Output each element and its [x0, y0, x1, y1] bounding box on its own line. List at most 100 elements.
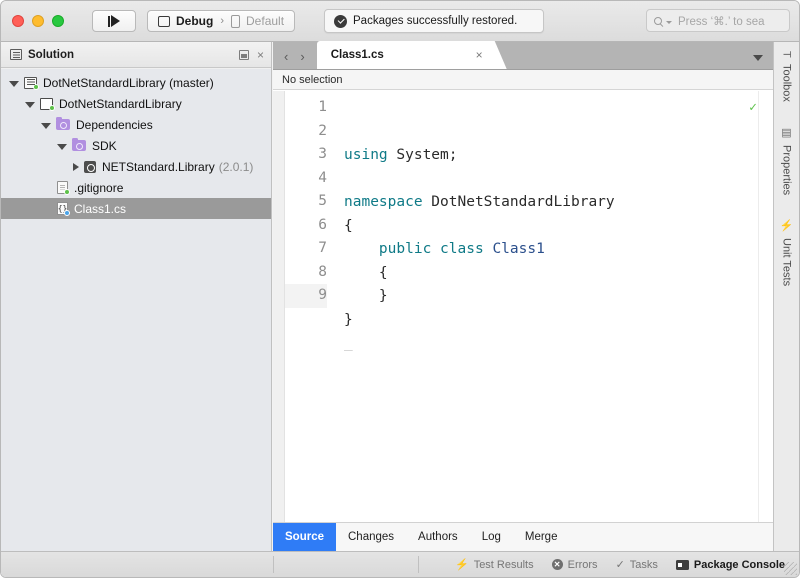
file-icon — [57, 181, 68, 194]
minimize-window-button[interactable] — [32, 15, 44, 27]
bottom-tab-authors[interactable]: Authors — [406, 523, 470, 551]
configuration-selector[interactable]: Debug › Default — [147, 10, 295, 32]
right-pad-rail: TToolbox ▤Properties ⚡Unit Tests — [773, 42, 799, 551]
check-icon: ✓ — [616, 558, 625, 571]
right-pad-properties[interactable]: ▤Properties — [780, 126, 793, 195]
run-icon — [108, 15, 120, 27]
nav-back-icon[interactable]: ‹ — [284, 51, 288, 63]
line-number: 5 — [285, 190, 327, 214]
tree-item-dotnetstandardlibrary-master[interactable]: DotNetStandardLibrary (master) — [1, 72, 271, 93]
bottom-tab-merge[interactable]: Merge — [513, 523, 570, 551]
green-check-icon: ✓ — [749, 100, 757, 115]
editor-tabbar: ‹ › Class1.cs × — [273, 42, 773, 70]
tab-close-icon[interactable]: × — [476, 48, 483, 62]
toolbox-icon: T — [781, 51, 793, 58]
source-control-badge-icon — [33, 84, 39, 90]
line-number: 2 — [285, 120, 327, 144]
device-label: Default — [246, 14, 284, 28]
code-token: DotNetStandardLibrary — [423, 194, 615, 210]
breadcrumb[interactable]: No selection — [273, 70, 773, 90]
tree-item-label: Class1.cs — [74, 202, 126, 216]
right-pad-unit-tests[interactable]: ⚡Unit Tests — [780, 219, 793, 287]
solution-tree[interactable]: DotNetStandardLibrary (master) DotNetStan… — [1, 69, 271, 577]
solution-pad: Solution × DotNetStandardLibrary (master… — [1, 42, 272, 577]
statusbar-item-errors[interactable]: ✕Errors — [552, 559, 598, 571]
disclosure-open-icon[interactable] — [9, 81, 19, 87]
solution-icon — [24, 77, 37, 89]
code-token: class — [440, 241, 484, 257]
bolt-icon: ⚡ — [455, 558, 469, 571]
code-view[interactable]: 123456789 ✓ using System; namespace DotN… — [273, 91, 773, 522]
line-number: 3 — [285, 143, 327, 167]
disclosure-open-icon[interactable] — [25, 102, 35, 108]
statusbar-item-label: Errors — [568, 559, 598, 571]
tree-item-class1-cs[interactable]: {} Class1.cs — [1, 198, 271, 219]
status-message-pill[interactable]: Packages successfully restored. — [324, 9, 544, 33]
tab-class1-cs[interactable]: Class1.cs × — [317, 41, 507, 69]
code-line[interactable]: { — [344, 215, 773, 239]
bottom-tab-label: Source — [285, 531, 324, 543]
close-window-button[interactable] — [12, 15, 24, 27]
code-line[interactable]: } — [344, 309, 773, 333]
statusbar-item-package-console[interactable]: Package Console — [676, 559, 785, 571]
bottom-tab-label: Changes — [348, 531, 394, 543]
line-number: 8 — [285, 261, 327, 285]
code-text[interactable]: ✓ using System; namespace DotNetStandard… — [335, 91, 773, 522]
document-list-chevron-icon[interactable] — [753, 55, 763, 61]
code-line[interactable]: } — [344, 285, 773, 309]
unit-tests-icon: ⚡ — [780, 219, 793, 232]
disclosure-open-icon[interactable] — [57, 144, 67, 150]
code-line[interactable]: using System; — [344, 144, 773, 168]
tree-item-netstandard-library[interactable]: NETStandard.Library (2.0.1) — [1, 156, 271, 177]
bottom-tab-log[interactable]: Log — [470, 523, 513, 551]
package-icon — [84, 161, 96, 173]
disclosure-closed-icon[interactable] — [73, 163, 79, 171]
editor-area: ‹ › Class1.cs × No selection 123456789 ✓… — [273, 42, 773, 551]
csharp-file-icon: {} — [57, 202, 68, 215]
resize-grip[interactable] — [784, 562, 797, 575]
tree-item-label: SDK — [92, 139, 117, 153]
close-icon[interactable]: × — [257, 50, 264, 60]
editor-vertical-scrollbar[interactable] — [758, 91, 773, 522]
code-line[interactable]: _ — [344, 332, 773, 356]
tree-item-dependencies[interactable]: Dependencies — [1, 114, 271, 135]
bottom-tab-label: Log — [482, 531, 501, 543]
code-token: { — [344, 265, 388, 281]
success-check-icon — [334, 15, 347, 28]
line-number: 6 — [285, 214, 327, 238]
tree-item-sdk[interactable]: SDK — [1, 135, 271, 156]
auto-hide-icon[interactable] — [239, 50, 249, 60]
disclosure-open-icon[interactable] — [41, 123, 51, 129]
editor-bottom-tabs[interactable]: Source Changes Authors Log Merge — [273, 522, 773, 551]
code-line[interactable]: { — [344, 262, 773, 286]
tree-item-label: NETStandard.Library — [102, 160, 215, 174]
statusbar-item-tasks[interactable]: ✓ Tasks — [616, 558, 658, 571]
tree-item-dotnetstandardlibrary[interactable]: DotNetStandardLibrary — [1, 93, 271, 114]
statusbar-item-test-results[interactable]: ⚡Test Results — [455, 558, 534, 571]
right-pad-toolbox[interactable]: TToolbox — [781, 51, 793, 102]
bottom-tab-source[interactable]: Source — [273, 523, 336, 551]
search-placeholder: Press ‘⌘.’ to sea — [678, 14, 765, 28]
zoom-window-button[interactable] — [52, 15, 64, 27]
properties-icon: ▤ — [780, 126, 793, 139]
tree-item-label: DotNetStandardLibrary — [59, 97, 182, 111]
search-input[interactable]: Press ‘⌘.’ to sea — [646, 9, 790, 32]
code-line[interactable]: public class Class1 — [344, 238, 773, 262]
tree-item-label: DotNetStandardLibrary (master) — [43, 76, 214, 90]
bottom-tab-changes[interactable]: Changes — [336, 523, 406, 551]
code-line[interactable] — [344, 168, 773, 192]
tree-item-gitignore[interactable]: .gitignore — [1, 177, 271, 198]
code-token: _ — [344, 335, 353, 351]
code-token: public — [379, 241, 431, 257]
line-number: 7 — [285, 237, 327, 261]
tree-item-label: Dependencies — [76, 118, 153, 132]
folder-icon — [56, 119, 70, 130]
bottom-tab-label: Merge — [525, 531, 558, 543]
tree-item-version: (2.0.1) — [219, 160, 254, 174]
nav-forward-icon[interactable]: › — [300, 51, 304, 63]
statusbar-item-label: Tasks — [630, 559, 658, 571]
fold-column[interactable] — [273, 91, 285, 522]
code-line[interactable]: namespace DotNetStandardLibrary — [344, 191, 773, 215]
statusbar: ⚡Test Results ✕Errors ✓ Tasks Package Consol… — [1, 551, 799, 577]
run-button[interactable] — [92, 10, 136, 32]
